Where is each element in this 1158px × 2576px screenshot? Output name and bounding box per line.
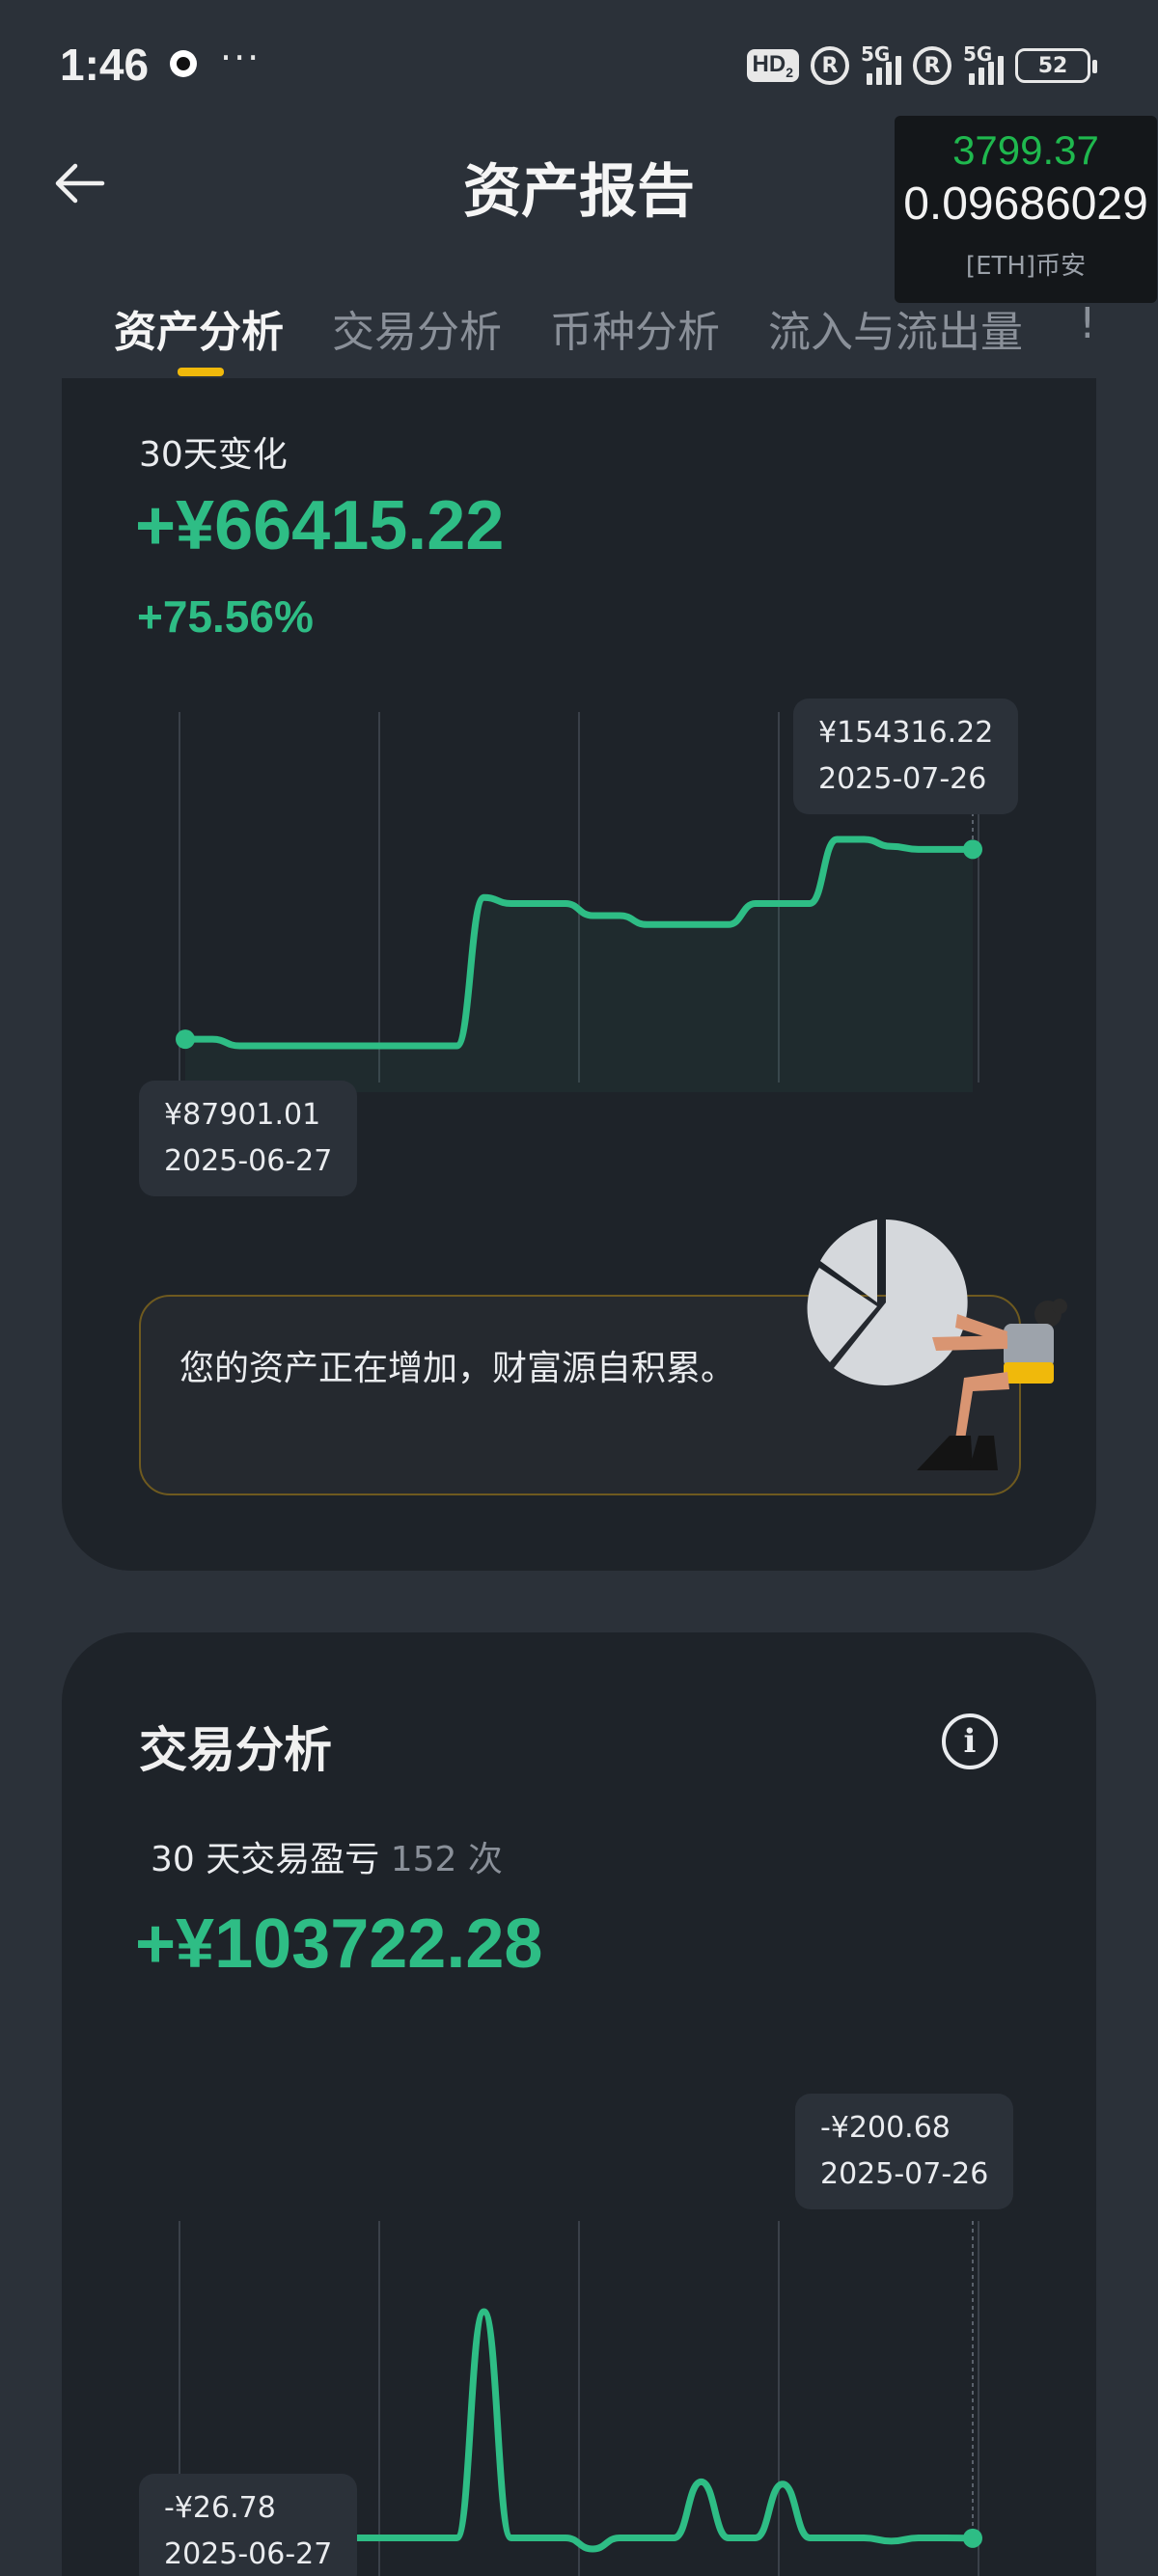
tab-inflow-outflow[interactable]: 流入与流出量 [768, 297, 1023, 374]
trade-end-tooltip: -¥200.68 2025-07-26 [795, 2094, 1014, 2209]
tab-overflow[interactable]: ! [1079, 299, 1096, 348]
trade-pnl-label: 30 天交易盈亏 152 次 [151, 1831, 503, 1881]
more-notifications-icon: ··· [220, 37, 262, 79]
registered-icon-2: R [913, 46, 951, 85]
info-icon[interactable]: i [942, 1713, 998, 1769]
end-point[interactable] [963, 2528, 982, 2548]
asset-message: 您的资产正在增加，财富源自积累。 [179, 1349, 736, 1388]
start-tooltip: ¥87901.01 2025-06-27 [139, 1081, 358, 1196]
ticker-amount: 0.09686029 [903, 178, 1148, 230]
change-value: +¥66415.22 [135, 487, 505, 564]
trade-end-tooltip-value: -¥200.68 [820, 2111, 951, 2145]
status-icons: HD2 R 5G R 5G 52 [746, 42, 1097, 87]
trade-count: 152 次 [390, 1840, 503, 1879]
trade-analysis-card: 交易分析 i 30 天交易盈亏 152 次 +¥103722.28 -¥200.… [62, 1632, 1096, 2576]
start-point[interactable] [176, 1029, 195, 1050]
change-percent: +75.56% [137, 591, 314, 642]
qq-icon [170, 50, 197, 77]
tab-trade-analysis[interactable]: 交易分析 [332, 297, 502, 374]
end-tooltip-value: ¥154316.22 [818, 716, 994, 750]
status-time: 1:46 [60, 40, 150, 90]
battery-icon: 52 [1015, 48, 1097, 83]
trade-start-tooltip-date: 2025-06-27 [164, 2537, 333, 2571]
end-tooltip: ¥154316.22 2025-07-26 [793, 699, 1019, 814]
trade-pnl-value: +¥103722.28 [135, 1905, 543, 1983]
end-tooltip-date: 2025-07-26 [818, 762, 987, 796]
status-bar: 1:46 ··· HD2 R 5G R 5G 52 [0, 0, 1158, 135]
ticker-price: 3799.37 [952, 127, 1099, 173]
ticker-source: [ETH]币安 [965, 252, 1087, 281]
pie-chart-person-illustration [807, 1219, 1067, 1470]
end-point[interactable] [963, 839, 982, 860]
trade-start-tooltip-value: -¥26.78 [164, 2491, 276, 2525]
asset-change-card: 30天变化 +¥66415.22 +75.56% ¥154316.22 2025… [62, 378, 1096, 1571]
signal-icon: 5G [861, 42, 901, 85]
report-tabs: 资产分析 交易分析 币种分析 流入与流出量 [114, 297, 1023, 376]
trade-start-tooltip: -¥26.78 2025-06-27 [139, 2474, 358, 2576]
start-tooltip-value: ¥87901.01 [164, 1098, 321, 1132]
trade-card-title: 交易分析 [139, 1722, 332, 1778]
tab-coin-analysis[interactable]: 币种分析 [550, 297, 720, 374]
registered-icon: R [811, 46, 849, 85]
trade-end-tooltip-date: 2025-07-26 [820, 2157, 989, 2191]
tab-asset-analysis[interactable]: 资产分析 [114, 297, 284, 376]
signal-icon-2: 5G [963, 42, 1004, 85]
price-ticker-widget[interactable]: 3799.37 0.09686029 [ETH]币安 [895, 116, 1157, 303]
change-label: 30天变化 [139, 435, 288, 475]
start-tooltip-date: 2025-06-27 [164, 1144, 333, 1178]
hd-icon: HD2 [746, 49, 799, 82]
trade-pnl-label-text: 30 天交易盈亏 [151, 1840, 380, 1879]
